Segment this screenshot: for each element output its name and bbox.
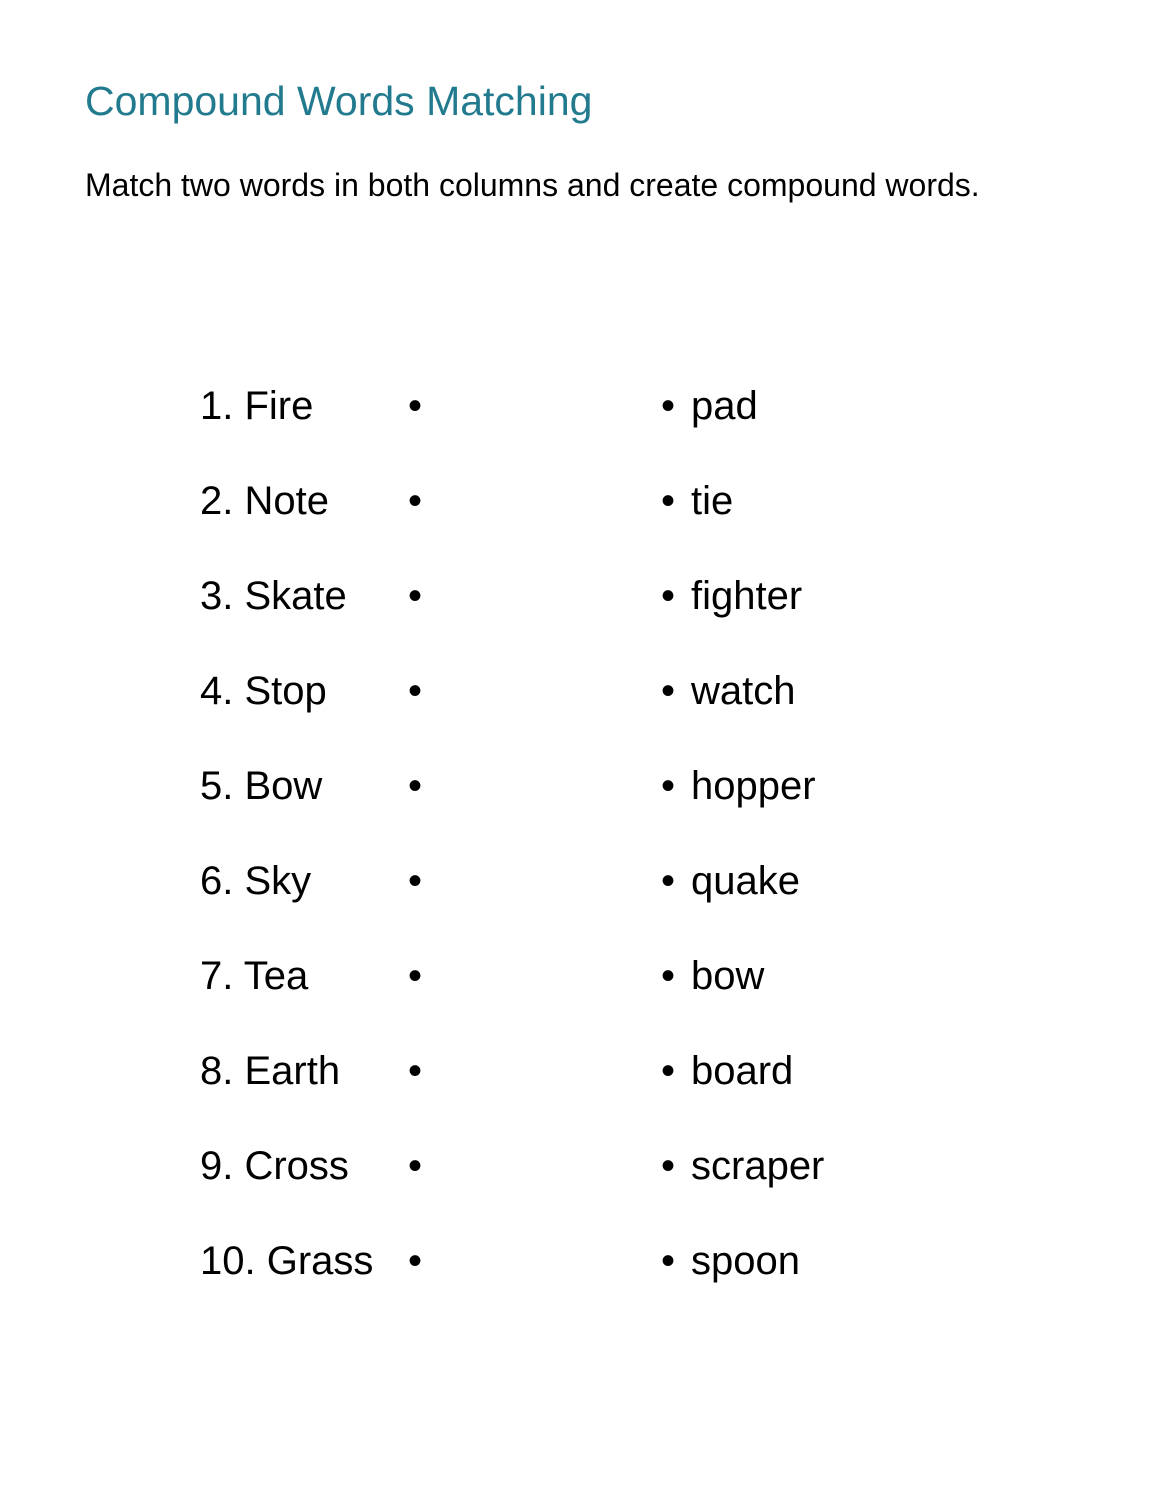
matching-row: 9. Cross • • scraper	[0, 1142, 1163, 1237]
right-match-dot[interactable]: •	[661, 572, 675, 620]
matching-row: 7. Tea • • bow	[0, 952, 1163, 1047]
matching-row: 10. Grass • • spoon	[0, 1237, 1163, 1332]
right-match-dot[interactable]: •	[661, 477, 675, 525]
left-word: 10. Grass	[200, 1239, 374, 1283]
left-word: 8. Earth	[200, 1049, 341, 1093]
right-word: tie	[691, 479, 734, 523]
instructions: Match two words in both columns and crea…	[85, 167, 980, 203]
left-word: 4. Stop	[200, 669, 327, 713]
right-word: scraper	[691, 1144, 825, 1188]
left-match-dot[interactable]: •	[408, 1142, 422, 1190]
right-match-dot[interactable]: •	[661, 1237, 675, 1285]
right-word: pad	[691, 384, 758, 428]
matching-row: 2. Note • • tie	[0, 477, 1163, 572]
page-title: Compound Words Matching	[85, 78, 593, 124]
right-match-dot[interactable]: •	[661, 667, 675, 715]
left-match-dot[interactable]: •	[408, 952, 422, 1000]
left-match-dot[interactable]: •	[408, 762, 422, 810]
right-match-dot[interactable]: •	[661, 762, 675, 810]
left-match-dot[interactable]: •	[408, 477, 422, 525]
left-word: 5. Bow	[200, 764, 323, 808]
left-match-dot[interactable]: •	[408, 1047, 422, 1095]
matching-row: 1. Fire • • pad	[0, 382, 1163, 477]
right-word: board	[691, 1049, 794, 1093]
right-word: spoon	[691, 1239, 800, 1283]
matching-row: 8. Earth • • board	[0, 1047, 1163, 1142]
matching-list: 1. Fire • • pad 2. Note • • tie 3. Skate…	[0, 382, 1163, 1332]
right-match-dot[interactable]: •	[661, 952, 675, 1000]
matching-row: 3. Skate • • fighter	[0, 572, 1163, 667]
left-word: 1. Fire	[200, 384, 314, 428]
right-word: quake	[691, 859, 800, 903]
matching-row: 5. Bow • • hopper	[0, 762, 1163, 857]
left-match-dot[interactable]: •	[408, 382, 422, 430]
right-word: hopper	[691, 764, 816, 808]
right-word: fighter	[691, 574, 803, 618]
left-word: 7. Tea	[200, 954, 309, 998]
left-match-dot[interactable]: •	[408, 572, 422, 620]
left-match-dot[interactable]: •	[408, 1237, 422, 1285]
right-match-dot[interactable]: •	[661, 1047, 675, 1095]
left-word: 9. Cross	[200, 1144, 349, 1188]
right-match-dot[interactable]: •	[661, 857, 675, 905]
right-match-dot[interactable]: •	[661, 382, 675, 430]
left-word: 3. Skate	[200, 574, 347, 618]
matching-row: 6. Sky • • quake	[0, 857, 1163, 952]
right-match-dot[interactable]: •	[661, 1142, 675, 1190]
left-word: 6. Sky	[200, 859, 312, 903]
left-match-dot[interactable]: •	[408, 857, 422, 905]
left-word: 2. Note	[200, 479, 329, 523]
left-match-dot[interactable]: •	[408, 667, 422, 715]
right-word: bow	[691, 954, 765, 998]
matching-row: 4. Stop • • watch	[0, 667, 1163, 762]
right-word: watch	[691, 669, 796, 713]
